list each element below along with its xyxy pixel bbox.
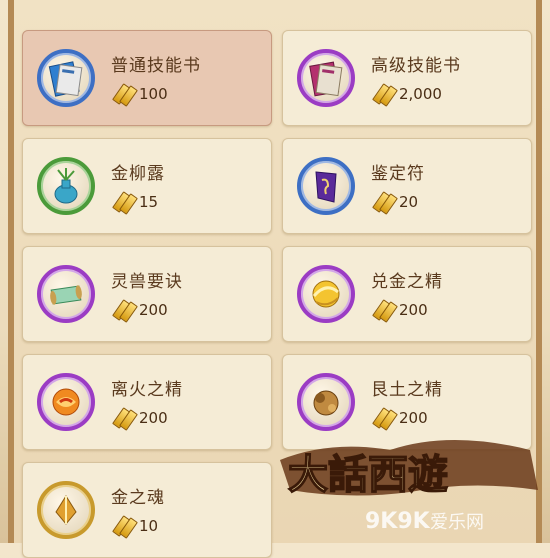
item-price: 15 [111, 189, 158, 215]
item-price: 200 [111, 297, 168, 323]
shop-item-card[interactable]: 普通技能书 100 [22, 30, 272, 126]
item-price: 2,000 [371, 81, 442, 107]
item-icon-frame [297, 49, 355, 107]
item-price: 10 [111, 513, 158, 539]
price-amount: 200 [139, 409, 168, 427]
price-amount: 10 [139, 517, 159, 535]
shop-item-card[interactable]: 兑金之精 200 [282, 246, 532, 342]
gold-ingot-icon [111, 513, 138, 539]
scroll-icon [50, 285, 82, 305]
item-name: 普通技能书 [111, 56, 201, 76]
price-amount: 100 [139, 85, 168, 103]
item-price: 200 [371, 405, 428, 431]
fire-essence-icon [52, 388, 80, 416]
gold-ingot-icon [111, 297, 138, 323]
gold-ingot-icon [371, 405, 398, 431]
gold-ingot-icon [371, 297, 398, 323]
earth-essence-icon [313, 390, 339, 416]
item-icon-frame [37, 49, 95, 107]
item-price: 20 [371, 189, 418, 215]
price-amount: 15 [139, 193, 159, 211]
item-name: 灵兽要诀 [111, 272, 183, 292]
gold-soul-icon [55, 495, 77, 525]
item-icon-frame [37, 157, 95, 215]
vase-icon [54, 168, 78, 204]
shop-item-card[interactable]: 灵兽要诀 200 [22, 246, 272, 342]
price-amount: 200 [399, 409, 428, 427]
item-icon-frame [37, 481, 95, 539]
shop-item-card[interactable]: 离火之精 200 [22, 354, 272, 450]
item-name: 艮土之精 [371, 380, 443, 400]
shop-item-card[interactable]: 高级技能书 2,000 [282, 30, 532, 126]
item-name: 离火之精 [111, 380, 183, 400]
gold-essence-icon [312, 280, 340, 308]
skill-book-purple-icon [309, 61, 343, 97]
item-price: 100 [111, 81, 168, 107]
price-amount: 20 [399, 193, 419, 211]
gold-ingot-icon [111, 81, 138, 107]
price-amount: 2,000 [399, 85, 442, 103]
item-name: 金之魂 [111, 488, 165, 508]
item-name: 兑金之精 [371, 272, 443, 292]
shop-item-card[interactable]: 艮土之精 200 [282, 354, 532, 450]
price-amount: 200 [399, 301, 428, 319]
gold-ingot-icon [111, 189, 138, 215]
item-name: 鉴定符 [371, 164, 425, 184]
item-icon-frame [37, 265, 95, 323]
item-icon-frame [297, 157, 355, 215]
shop-item-card[interactable]: 金之魂 10 [22, 462, 272, 558]
talisman-icon [315, 171, 337, 203]
price-amount: 200 [139, 301, 168, 319]
gold-ingot-icon [371, 189, 398, 215]
item-price: 200 [111, 405, 168, 431]
item-icon-frame [297, 265, 355, 323]
item-price: 200 [371, 297, 428, 323]
shop-item-card[interactable]: 鉴定符 20 [282, 138, 532, 234]
shop-item-card[interactable]: 金柳露 15 [22, 138, 272, 234]
gold-ingot-icon [371, 81, 398, 107]
skill-book-blue-icon [48, 61, 83, 97]
item-icon-frame [297, 373, 355, 431]
item-icon-frame [37, 373, 95, 431]
item-name: 金柳露 [111, 164, 165, 184]
item-name: 高级技能书 [371, 56, 461, 76]
gold-ingot-icon [111, 405, 138, 431]
